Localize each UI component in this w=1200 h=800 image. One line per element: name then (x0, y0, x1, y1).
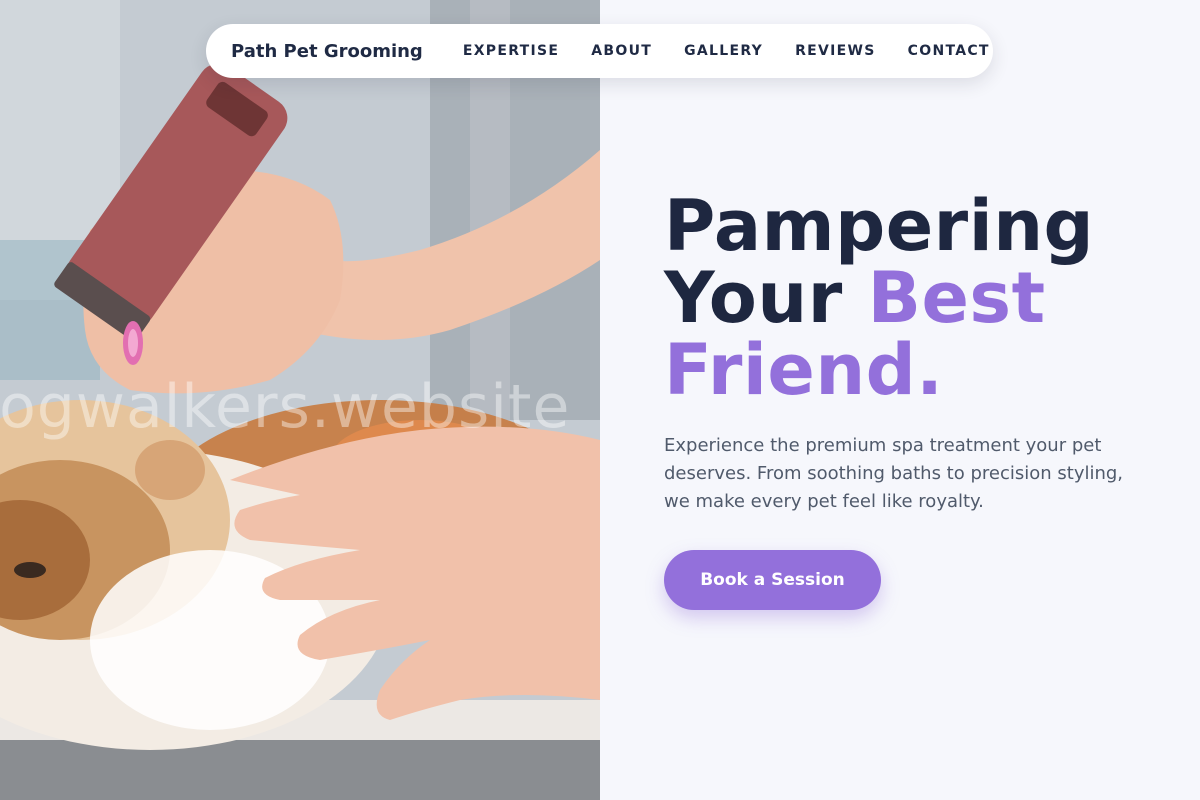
watermark-text: dogwalkers.website (0, 372, 571, 442)
nav-link-about[interactable]: ABOUT (591, 43, 652, 59)
nav-link-expertise[interactable]: EXPERTISE (463, 43, 559, 59)
headline-line-2-plain: Your (664, 257, 868, 339)
book-session-button[interactable]: Book a Session (664, 550, 881, 610)
hero-photo: dogwalkers.website (0, 0, 600, 800)
nav-link-contact[interactable]: CONTACT (908, 43, 990, 59)
nav-link-reviews[interactable]: REVIEWS (795, 43, 876, 59)
headline-line-2-accent: Best (867, 257, 1046, 339)
hero-headline: Pampering Your Best Friend. (664, 190, 1164, 406)
hero-description: Experience the premium spa treatment you… (664, 435, 1124, 512)
hero-section: Pampering Your Best Friend. Experience t… (664, 190, 1164, 610)
brand-logo-text[interactable]: Path Pet Grooming (231, 41, 423, 62)
headline-line-3-accent: Friend. (664, 329, 944, 411)
top-navigation: Path Pet Grooming EXPERTISE ABOUT GALLER… (206, 24, 993, 78)
headline-line-1: Pampering (664, 185, 1095, 267)
nav-link-gallery[interactable]: GALLERY (684, 43, 763, 59)
